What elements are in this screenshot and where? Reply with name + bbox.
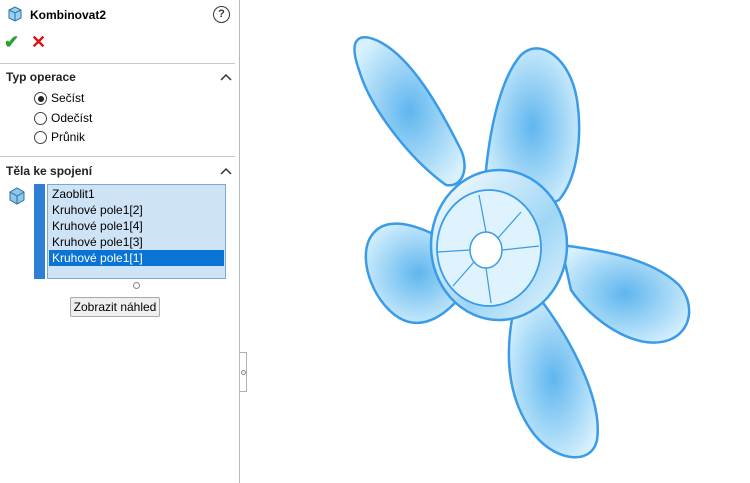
show-preview-button[interactable]: Zobrazit náhled xyxy=(70,297,160,317)
collapse-chevron-icon[interactable] xyxy=(220,72,232,82)
feature-title: Kombinovat2 xyxy=(30,8,107,22)
feature-header: Kombinovat2 ? xyxy=(0,0,240,30)
ok-button[interactable]: ✔ xyxy=(4,33,20,51)
divider xyxy=(0,156,235,157)
radio-label: Sečíst xyxy=(51,91,85,105)
propeller-model[interactable] xyxy=(353,36,691,459)
radio-label: Odečíst xyxy=(51,111,93,125)
collapse-chevron-icon[interactable] xyxy=(220,166,232,176)
list-item-selected[interactable]: Kruhové pole1[1] xyxy=(49,250,224,266)
radio-button[interactable] xyxy=(34,112,47,125)
solid-body-icon xyxy=(9,187,25,205)
list-item[interactable]: Zaoblit1 xyxy=(49,186,224,202)
ok-cancel-bar: ✔ ✕ xyxy=(4,33,64,53)
list-item[interactable]: Kruhové pole1[3] xyxy=(49,234,224,250)
propeller-blade[interactable] xyxy=(507,298,599,459)
help-icon[interactable]: ? xyxy=(213,6,230,23)
selection-box-indicator xyxy=(34,184,45,279)
propeller-blade[interactable] xyxy=(559,243,691,344)
radio-button[interactable] xyxy=(34,131,47,144)
radio-label: Průnik xyxy=(51,130,86,144)
property-manager-panel: Kombinovat2 ? ✔ ✕ Typ operace Sečíst Ode… xyxy=(0,0,240,483)
cancel-button[interactable]: ✕ xyxy=(31,33,47,51)
list-item[interactable]: Kruhové pole1[4] xyxy=(49,218,224,234)
propeller-blade[interactable] xyxy=(353,36,466,187)
resize-grip[interactable] xyxy=(133,282,140,289)
list-item[interactable]: Kruhové pole1[2] xyxy=(49,202,224,218)
section-title-bodies: Těla ke spojení xyxy=(6,164,93,178)
divider xyxy=(0,63,235,64)
combine-feature-icon xyxy=(8,6,22,22)
radio-button[interactable] xyxy=(34,92,47,105)
section-title-operation-type: Typ operace xyxy=(6,70,76,84)
hub-center[interactable] xyxy=(469,231,503,269)
bodies-listbox[interactable]: Zaoblit1 Kruhové pole1[2] Kruhové pole1[… xyxy=(47,184,226,279)
graphics-viewport[interactable] xyxy=(241,0,750,483)
